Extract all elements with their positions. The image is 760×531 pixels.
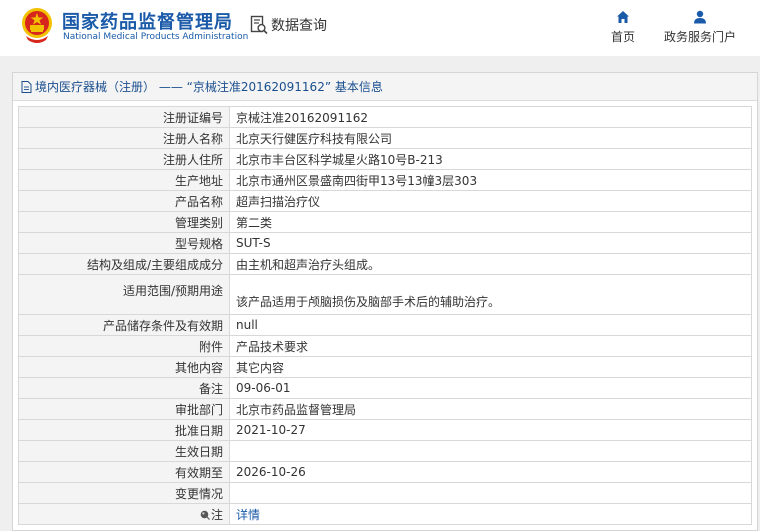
field-value: 北京市通州区景盛南四街甲13号13幢3层303 bbox=[229, 169, 752, 191]
table-row: 产品储存条件及有效期 null bbox=[18, 314, 752, 336]
document-icon bbox=[21, 80, 32, 93]
table-row: 注 详情 bbox=[18, 503, 752, 525]
table-row: 有效期至 2026-10-26 bbox=[18, 461, 752, 483]
nav-home-label: 首页 bbox=[611, 30, 636, 44]
table-row: 适用范围/预期用途 该产品适用于颅脑损伤及脑部手术后的辅助治疗。 bbox=[18, 274, 752, 315]
national-emblem-icon[interactable] bbox=[20, 6, 54, 44]
field-value bbox=[229, 440, 752, 462]
field-value: 北京天行健医疗科技有限公司 bbox=[229, 127, 752, 149]
table-row: 批准日期 2021-10-27 bbox=[18, 419, 752, 441]
site-name[interactable]: 国家药品监督管理局 bbox=[62, 8, 233, 34]
field-label: 附件 bbox=[18, 335, 230, 357]
nav-service-portal[interactable]: 政务服务门户 bbox=[664, 10, 736, 45]
field-label: 变更情况 bbox=[18, 482, 230, 504]
field-label: 注 bbox=[210, 507, 223, 522]
nav-service-portal-label: 政务服务门户 bbox=[664, 30, 737, 44]
field-value: 北京市丰台区科学城星火路10号B-213 bbox=[229, 148, 752, 170]
field-label: 批准日期 bbox=[18, 419, 230, 441]
table-row: 生效日期 bbox=[18, 440, 752, 462]
field-value: 京械注准20162091162 bbox=[229, 106, 752, 128]
field-label: 适用范围/预期用途 bbox=[18, 274, 230, 315]
field-value: 其它内容 bbox=[229, 356, 752, 378]
field-value bbox=[229, 482, 752, 504]
field-label: 管理类别 bbox=[18, 211, 230, 233]
panel-title: 境内医疗器械（注册） —— “京械注准20162091162” 基本信息 bbox=[35, 80, 383, 94]
field-value: 超声扫描治疗仪 bbox=[229, 190, 752, 212]
field-value: 09-06-01 bbox=[229, 377, 752, 399]
field-label: 生产地址 bbox=[18, 169, 230, 191]
field-value: 北京市药品监督管理局 bbox=[229, 398, 752, 420]
field-label: 生效日期 bbox=[18, 440, 230, 462]
data-query-link[interactable]: 数据查询 bbox=[250, 14, 327, 36]
field-label: 注册人名称 bbox=[18, 127, 230, 149]
table-row: 产品名称 超声扫描治疗仪 bbox=[18, 190, 752, 212]
field-value: 2021-10-27 bbox=[229, 419, 752, 441]
table-row: 注册人名称 北京天行健医疗科技有限公司 bbox=[18, 127, 752, 149]
device-info-table: 注册证编号 京械注准20162091162 注册人名称 北京天行健医疗科技有限公… bbox=[18, 106, 752, 525]
field-value: 由主机和超声治疗头组成。 bbox=[229, 253, 752, 275]
field-label: 注册证编号 bbox=[18, 106, 230, 128]
field-value: 2026-10-26 bbox=[229, 461, 752, 483]
table-row: 审批部门 北京市药品监督管理局 bbox=[18, 398, 752, 420]
note-label-cell: 注 bbox=[18, 503, 230, 525]
table-row: 附件 产品技术要求 bbox=[18, 335, 752, 357]
site-name-english[interactable]: National Medical Products Administration bbox=[63, 32, 248, 42]
field-value: 产品技术要求 bbox=[229, 335, 752, 357]
home-icon bbox=[617, 11, 629, 23]
field-value: 详情 bbox=[229, 503, 752, 525]
field-label: 产品名称 bbox=[18, 190, 230, 212]
details-link[interactable]: 详情 bbox=[236, 508, 260, 522]
field-value: 该产品适用于颅脑损伤及脑部手术后的辅助治疗。 bbox=[229, 274, 752, 315]
data-query-label: 数据查询 bbox=[271, 18, 327, 34]
table-row: 注册证编号 京械注准20162091162 bbox=[18, 106, 752, 128]
field-label: 产品储存条件及有效期 bbox=[18, 314, 230, 336]
table-row: 型号规格 SUT-S bbox=[18, 232, 752, 254]
user-icon bbox=[694, 10, 706, 24]
field-value: 第二类 bbox=[229, 211, 752, 233]
field-label: 审批部门 bbox=[18, 398, 230, 420]
nav-home[interactable]: 首页 bbox=[611, 10, 635, 45]
site-header: 国家药品监督管理局 National Medical Products Admi… bbox=[0, 0, 760, 56]
field-label: 型号规格 bbox=[18, 232, 230, 254]
field-label: 备注 bbox=[18, 377, 230, 399]
field-label: 注册人住所 bbox=[18, 148, 230, 170]
table-row: 结构及组成/主要组成成分 由主机和超声治疗头组成。 bbox=[18, 253, 752, 275]
field-value: null bbox=[229, 314, 752, 336]
data-query-icon bbox=[250, 15, 268, 35]
table-row: 管理类别 第二类 bbox=[18, 211, 752, 233]
info-panel: 境内医疗器械（注册） —— “京械注准20162091162” 基本信息 注册证… bbox=[12, 72, 758, 531]
table-row: 备注 09-06-01 bbox=[18, 377, 752, 399]
table-row: 其他内容 其它内容 bbox=[18, 356, 752, 378]
field-label: 其他内容 bbox=[18, 356, 230, 378]
field-label: 有效期至 bbox=[18, 461, 230, 483]
field-value: SUT-S bbox=[229, 232, 752, 254]
field-label: 结构及组成/主要组成成分 bbox=[18, 253, 230, 275]
panel-header: 境内医疗器械（注册） —— “京械注准20162091162” 基本信息 bbox=[13, 73, 757, 101]
table-row: 变更情况 bbox=[18, 482, 752, 504]
table-row: 注册人住所 北京市丰台区科学城星火路10号B-213 bbox=[18, 148, 752, 170]
table-row: 生产地址 北京市通州区景盛南四街甲13号13幢3层303 bbox=[18, 169, 752, 191]
pin-icon bbox=[200, 510, 210, 520]
